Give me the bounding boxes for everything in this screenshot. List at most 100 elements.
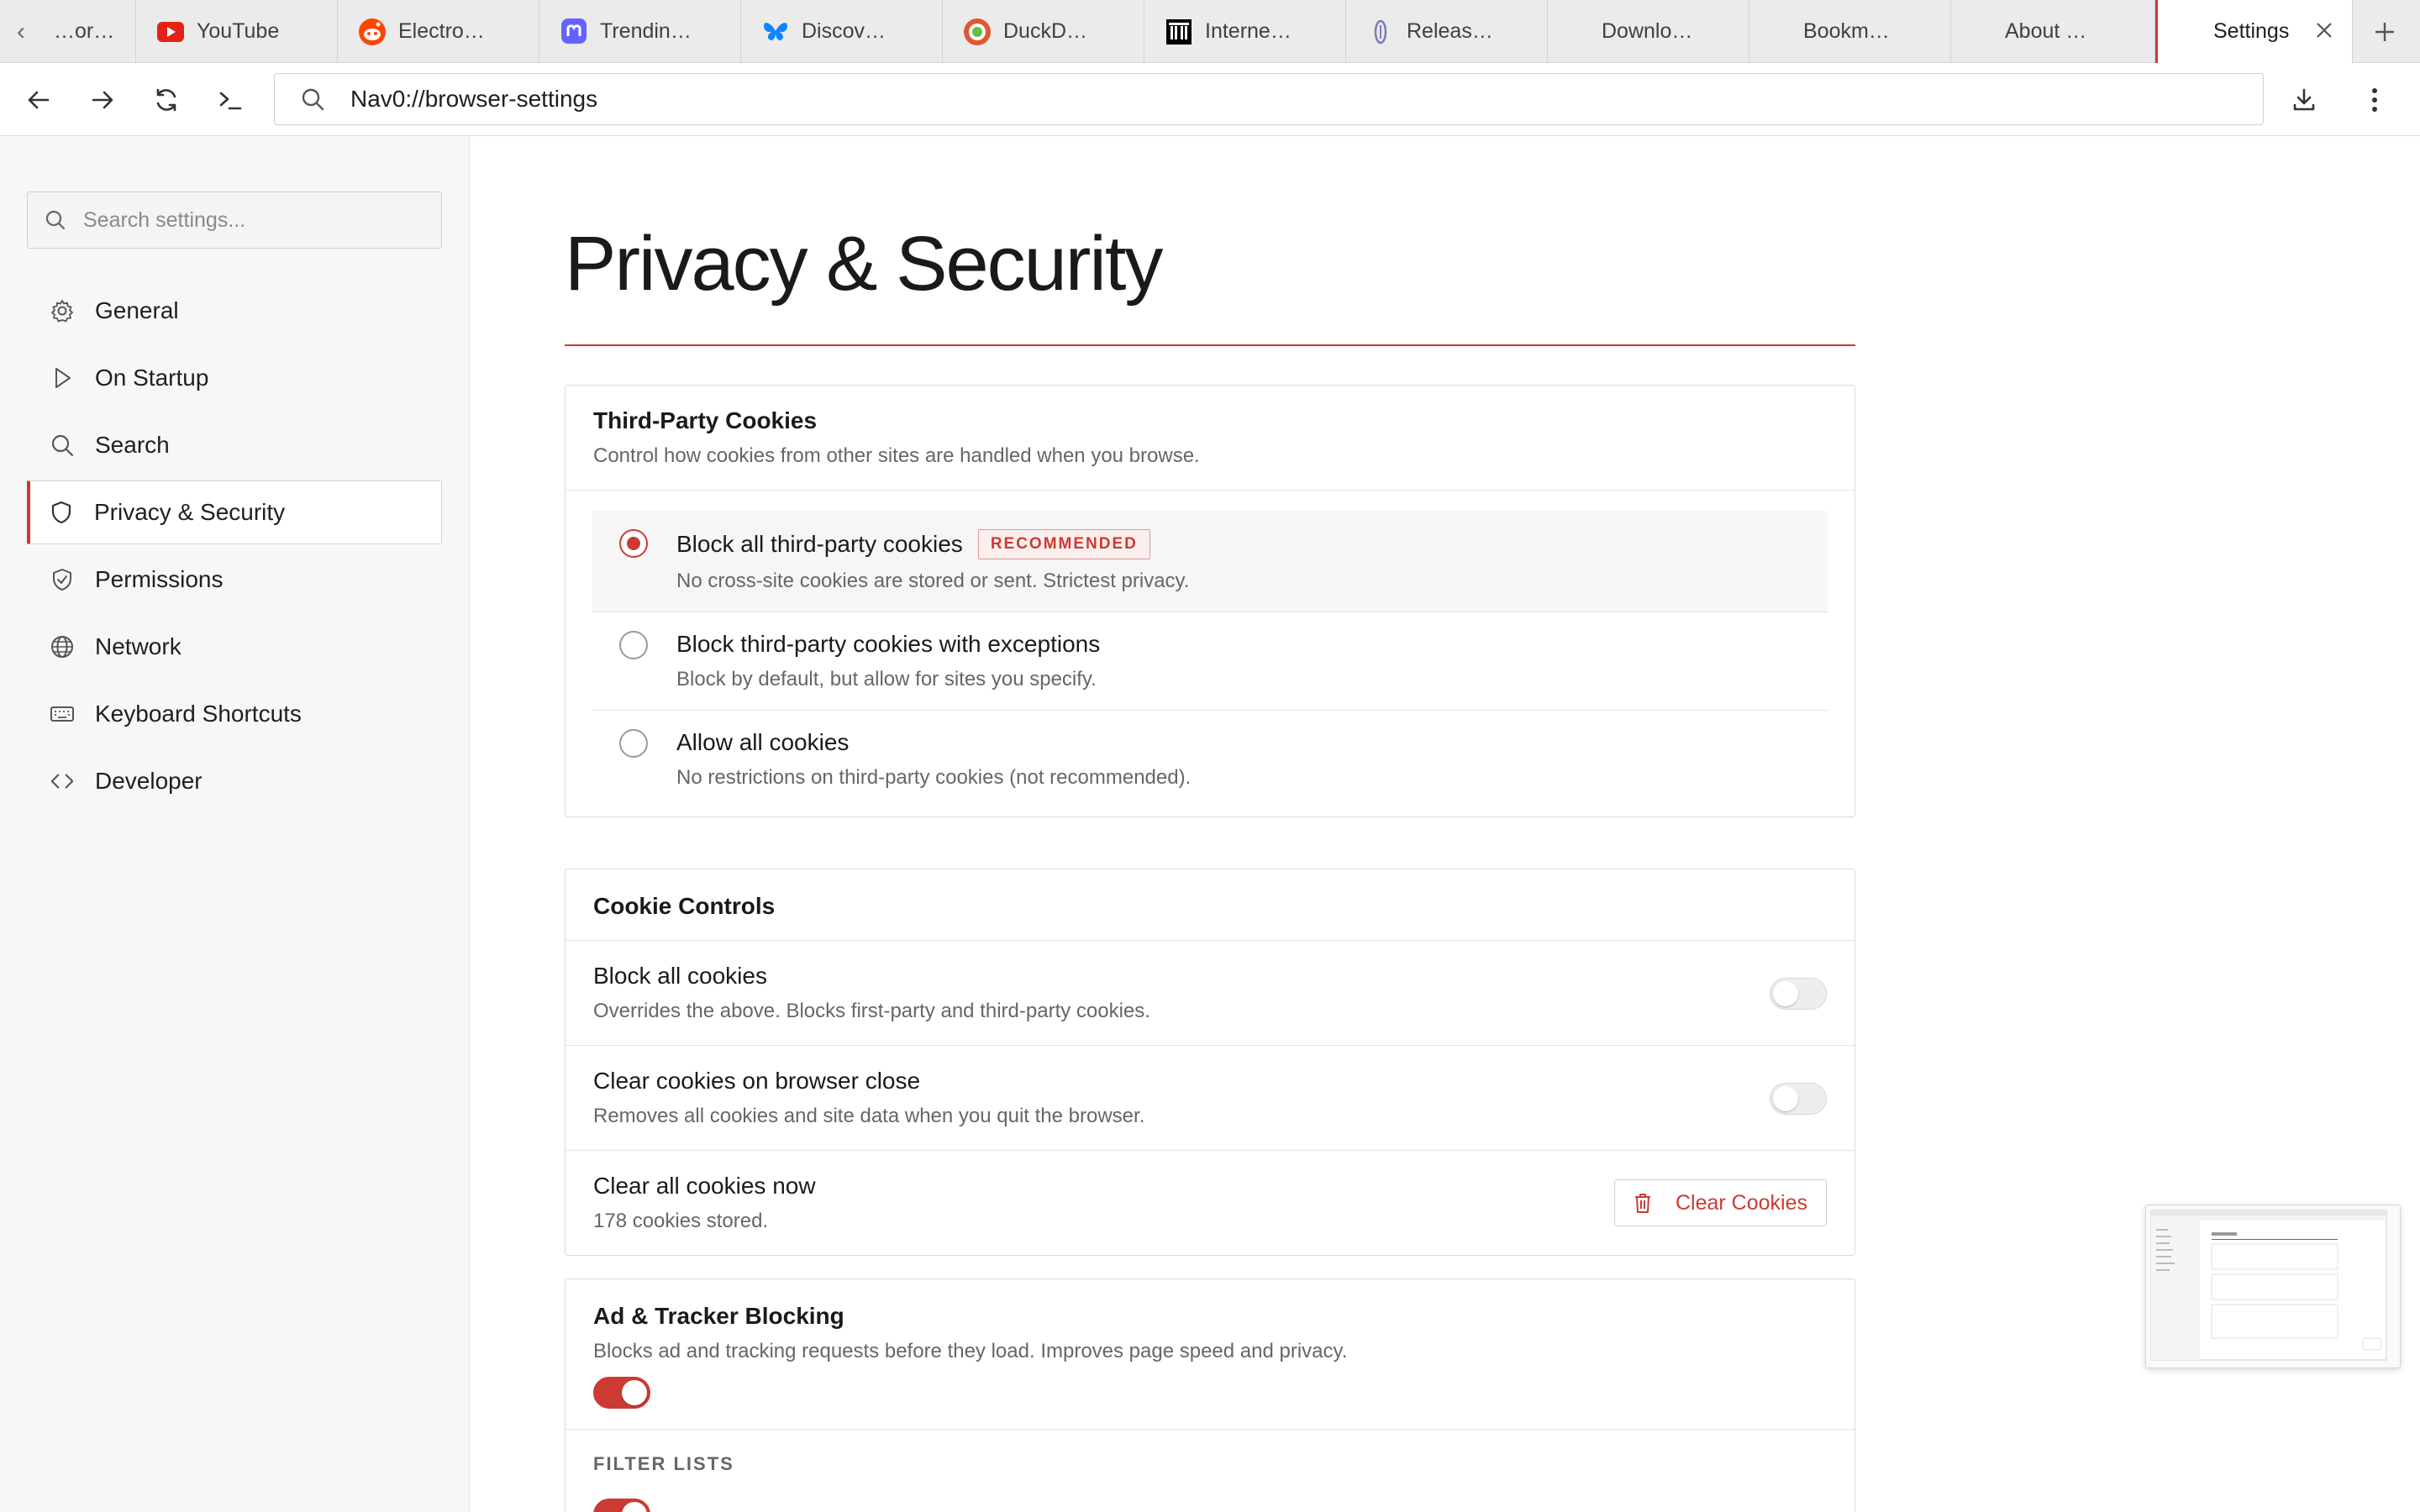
arrow-left-icon <box>28 91 49 108</box>
sidebar-item-privacy-security[interactable]: Privacy & Security <box>27 480 442 544</box>
mastodon-icon <box>560 18 588 46</box>
card-title: Ad & Tracker Blocking <box>593 1303 844 1329</box>
url-text: Nav0://browser-settings <box>350 86 598 112</box>
shield-check-icon <box>50 567 75 592</box>
settings-search-input[interactable]: Search settings... <box>27 192 442 249</box>
gear-icon <box>50 298 75 323</box>
play-icon <box>50 365 75 391</box>
filter-list-toggle[interactable] <box>593 1499 650 1512</box>
plus-icon <box>2375 22 2394 41</box>
keyboard-icon <box>50 701 75 727</box>
setting-label: Clear cookies on browser close <box>593 1068 921 1094</box>
navigation-toolbar: Nav0://browser-settings <box>0 63 2420 136</box>
terminal-button[interactable] <box>198 68 261 131</box>
radio-option-block-with-exceptions[interactable]: Block third-party cookies with exception… <box>592 612 1828 711</box>
shield-icon <box>49 500 74 525</box>
search-placeholder: Search settings... <box>83 207 246 232</box>
clear-cookies-button[interactable]: Clear Cookies <box>1613 1179 1827 1226</box>
option-label: Block all third-party cookies <box>676 531 963 557</box>
tab-strip: ‹ …or… YouTube Electro… Trendin… Discov…… <box>0 0 2420 63</box>
clear-cookies-label: Clear Cookies <box>1675 1190 1807 1215</box>
radio-option-block-all-third-party[interactable]: Block all third-party cookies RECOMMENDE… <box>592 511 1828 612</box>
preview-image <box>2150 1210 2387 1361</box>
forward-button[interactable] <box>71 68 134 131</box>
option-description: Block by default, but allow for sites yo… <box>676 668 1097 690</box>
sidebar-item-label: Privacy & Security <box>94 499 286 525</box>
option-description: No restrictions on third-party cookies (… <box>676 766 1192 789</box>
filter-lists-section: FILTER LISTS <box>566 1430 1854 1512</box>
tab-about[interactable]: About … <box>1951 0 2155 63</box>
downloads-button[interactable] <box>2272 68 2335 131</box>
menu-button[interactable] <box>2343 68 2406 131</box>
release-icon <box>1366 18 1395 46</box>
tab-scroll-left-button[interactable]: ‹ <box>0 0 42 63</box>
sidebar-item-label: On Startup <box>95 365 209 391</box>
internet-archive-icon <box>1165 18 1193 46</box>
radio-button[interactable] <box>619 729 648 758</box>
radio-button-selected[interactable] <box>619 529 648 558</box>
terminal-icon <box>219 92 241 109</box>
clear-on-close-toggle[interactable] <box>1770 1083 1827 1115</box>
radio-group: Block all third-party cookies RECOMMENDE… <box>566 491 1854 816</box>
option-label: Block third-party cookies with exception… <box>676 631 1101 657</box>
sidebar-item-permissions[interactable]: Permissions <box>27 548 442 612</box>
sidebar-item-label: General <box>95 297 179 323</box>
tab-label: Releas… <box>1407 19 1493 43</box>
sidebar-item-label: Keyboard Shortcuts <box>95 701 302 727</box>
tab-youtube[interactable]: YouTube <box>136 0 338 63</box>
close-tab-icon[interactable] <box>2315 18 2333 46</box>
tab-0[interactable]: …or… <box>42 0 136 63</box>
tab-settings[interactable]: Settings <box>2155 0 2353 63</box>
tab-downloads[interactable]: Downlo… <box>1548 0 1749 63</box>
tab-label: Interne… <box>1205 19 1292 43</box>
code-icon <box>50 769 75 794</box>
clear-cookies-now-row: Clear all cookies now 178 cookies stored… <box>566 1151 1854 1255</box>
back-button[interactable] <box>7 68 70 131</box>
page-preview-thumbnail[interactable] <box>2145 1205 2401 1368</box>
tab-releases[interactable]: Releas… <box>1346 0 1548 63</box>
block-all-cookies-toggle[interactable] <box>1770 978 1827 1010</box>
settings-nav: General On Startup Search Privacy & Secu… <box>27 279 442 816</box>
tab-label: Trendin… <box>600 19 692 43</box>
ad-blocking-toggle[interactable] <box>593 1377 650 1409</box>
sidebar-item-developer[interactable]: Developer <box>27 749 442 813</box>
sidebar-item-general[interactable]: General <box>27 279 442 343</box>
tab-bluesky[interactable]: Discov… <box>741 0 943 63</box>
option-label: Allow all cookies <box>676 729 850 755</box>
tab-duckduckgo[interactable]: DuckD… <box>943 0 1144 63</box>
sidebar-item-label: Search <box>95 432 170 458</box>
reload-button[interactable] <box>134 68 197 131</box>
sidebar-item-keyboard-shortcuts[interactable]: Keyboard Shortcuts <box>27 682 442 746</box>
recommended-badge: RECOMMENDED <box>977 529 1150 559</box>
tab-label: About … <box>2005 19 2087 43</box>
radio-button[interactable] <box>619 631 648 659</box>
search-icon <box>302 88 324 111</box>
card-header: Third-Party Cookies Control how cookies … <box>566 386 1854 491</box>
sidebar-item-label: Network <box>95 633 182 659</box>
card-header: Cookie Controls <box>566 869 1854 941</box>
tab-internet-archive[interactable]: Interne… <box>1144 0 1346 63</box>
trash-icon <box>1634 1192 1652 1214</box>
tab-label: Bookm… <box>1803 19 1890 43</box>
tab-mastodon[interactable]: Trendin… <box>539 0 741 63</box>
settings-content: Privacy & Security Third-Party Cookies C… <box>471 136 2420 1512</box>
tab-bookmarks[interactable]: Bookm… <box>1749 0 1951 63</box>
card-description: Control how cookies from other sites are… <box>593 444 1200 467</box>
radio-option-allow-all[interactable]: Allow all cookies No restrictions on thi… <box>592 711 1828 808</box>
sidebar-item-on-startup[interactable]: On Startup <box>27 346 442 410</box>
card-title: Third-Party Cookies <box>593 407 818 433</box>
sidebar-item-network[interactable]: Network <box>27 615 442 679</box>
card-description: Blocks ad and tracking requests before t… <box>593 1340 1348 1362</box>
reddit-icon <box>358 18 387 46</box>
tab-reddit[interactable]: Electro… <box>338 0 539 63</box>
tab-label: Downlo… <box>1602 19 1693 43</box>
card-title: Cookie Controls <box>593 893 776 919</box>
third-party-cookies-card: Third-Party Cookies Control how cookies … <box>565 385 1855 817</box>
ad-tracker-blocking-card: Ad & Tracker Blocking Blocks ad and trac… <box>565 1278 1855 1512</box>
new-tab-button[interactable] <box>2353 0 2416 63</box>
download-icon <box>2293 88 2314 110</box>
address-bar[interactable]: Nav0://browser-settings <box>274 73 2264 125</box>
reload-icon <box>156 88 176 111</box>
sidebar-item-label: Developer <box>95 768 203 794</box>
sidebar-item-search[interactable]: Search <box>27 413 442 477</box>
